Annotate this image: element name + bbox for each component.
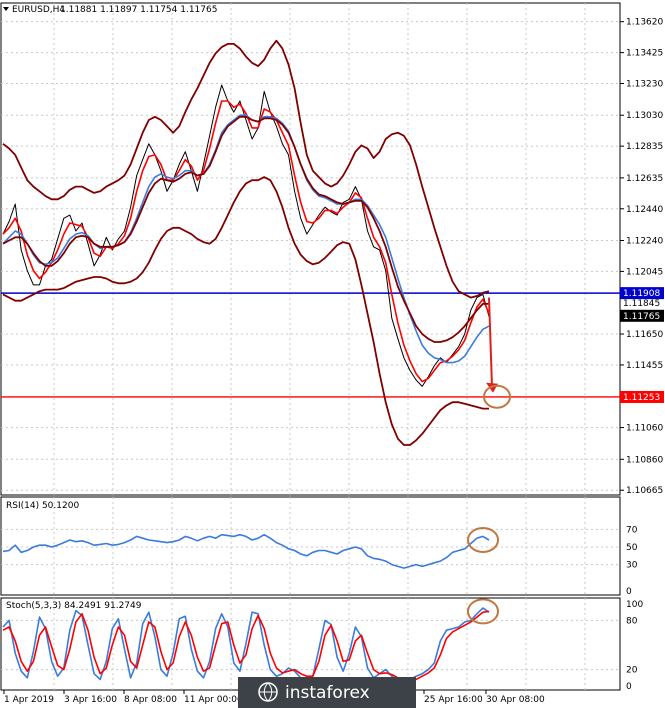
y-tick-label: 50: [626, 543, 638, 553]
x-tick-label: 11 Apr 00:00: [184, 695, 243, 705]
ma-fast-line: [2, 100, 490, 383]
main-header-symbol: EURUSD,H4: [12, 5, 65, 15]
y-tick-label: 70: [626, 525, 638, 535]
indicator-series: [2, 39, 490, 685]
level-tag-label: 1.11908: [623, 289, 660, 299]
y-tick-label: 100: [626, 600, 643, 610]
y-tick-label: 1.12635: [626, 174, 663, 184]
main-header-ohlc: 1.11881 1.11897 1.11754 1.11765: [60, 5, 217, 15]
panel-frames: [0, 2, 621, 691]
y-tick-label: 1.13425: [626, 49, 663, 59]
chart-canvas: 1.11908 1.11253 1.11845 1.11765 1.13620 1.13…: [0, 2, 664, 708]
watermark-text: instaforex: [285, 683, 370, 703]
level-tag-label: 1.11253: [623, 393, 660, 403]
x-tick-label: 1 Apr 2019: [4, 695, 54, 705]
y-tick-label: 20: [626, 666, 638, 676]
price-line: [2, 84, 490, 387]
y-tick-label: 1.11455: [626, 361, 663, 371]
y-tick-label: 1.12440: [626, 205, 663, 215]
series-line: [2, 533, 490, 569]
annotations: [467, 297, 511, 625]
y-tick-label: 1.12240: [626, 236, 663, 246]
bollinger-lower-line: [2, 176, 489, 446]
watermark-logo: instaforex: [238, 677, 416, 708]
highlight-circle: [467, 598, 499, 625]
highlight-circle: [467, 526, 499, 553]
bollinger-upper-line: [2, 39, 490, 299]
stoch-title: Stoch(5,3,3) 84.2491 91.2749: [6, 601, 142, 611]
bollinger-middle-line: [2, 115, 489, 343]
y-tick-label: 1.13620: [626, 18, 663, 28]
y-tick-label: 0: [626, 682, 632, 692]
y-tick-label: 1.12045: [626, 267, 663, 277]
y-tick-label: 1.13030: [626, 111, 663, 121]
horizontal-levels: 1.11908 1.11253 1.11845 1.11765: [1, 287, 664, 403]
x-tick-label: 30 Apr 08:00: [486, 695, 545, 705]
price-tag-label: 1.11765: [623, 312, 660, 322]
x-tick-label: 3 Apr 16:00: [64, 695, 117, 705]
y-tick-label: 1.10860: [626, 455, 663, 465]
forecast-arrow: [488, 297, 493, 387]
y-tick-label: 1.11060: [626, 424, 663, 434]
y-tick-label: 1.12835: [626, 142, 663, 152]
x-tick-label: 25 Apr 16:00: [424, 695, 483, 705]
y-tick-label: 30: [626, 561, 638, 571]
price-label: 1.11845: [623, 299, 660, 309]
y-tick-label: 1.11650: [626, 330, 663, 340]
rsi-title: RSI(14) 50.1200: [6, 501, 79, 511]
main-line: [2, 607, 490, 685]
panel-frame: [0, 2, 621, 496]
y-tick-label: 1.10665: [626, 486, 663, 496]
panel-frame: [0, 496, 621, 596]
y-tick-label: 1.13230: [626, 80, 663, 90]
x-tick-label: 8 Apr 08:00: [124, 695, 177, 705]
y-tick-label: 80: [626, 616, 638, 626]
dropdown-triangle-icon: [3, 7, 9, 11]
y-tick-label: 0: [626, 587, 632, 597]
